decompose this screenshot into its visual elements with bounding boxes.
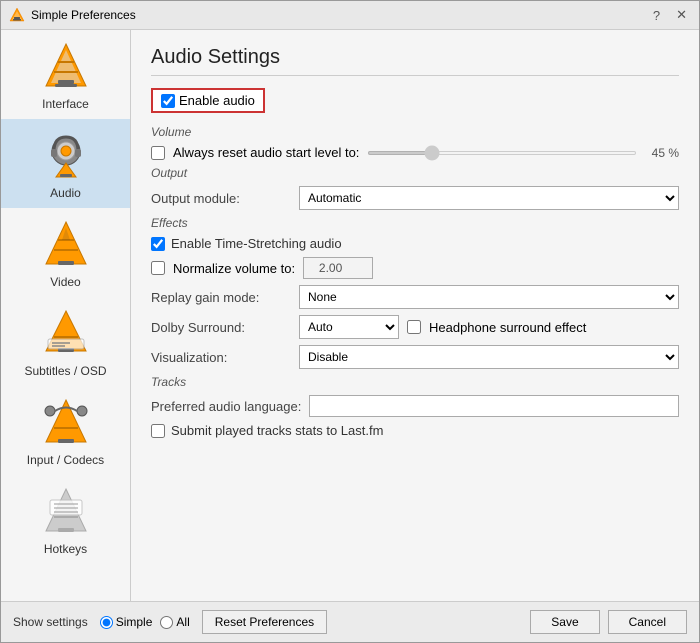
input-icon: [40, 396, 92, 451]
show-settings-radio-group: Simple All: [100, 615, 190, 629]
app-icon: [9, 7, 25, 23]
radio-all-item: All: [160, 615, 189, 629]
preferred-language-label: Preferred audio language:: [151, 399, 301, 414]
time-stretching-label[interactable]: Enable Time-Stretching audio: [171, 236, 342, 251]
sidebar-label-audio: Audio: [50, 186, 81, 200]
footer-right: Save Cancel: [530, 610, 687, 634]
enable-audio-checkbox[interactable]: [161, 94, 175, 108]
submit-stats-label[interactable]: Submit played tracks stats to Last.fm: [171, 423, 383, 438]
sidebar-label-interface: Interface: [42, 97, 89, 111]
always-reset-label[interactable]: Always reset audio start level to:: [173, 145, 359, 160]
normalize-input[interactable]: [303, 257, 373, 279]
radio-simple-item: Simple: [100, 615, 153, 629]
sidebar-label-hotkeys: Hotkeys: [44, 542, 87, 556]
normalize-label[interactable]: Normalize volume to:: [173, 261, 295, 276]
reset-button[interactable]: Reset Preferences: [202, 610, 327, 634]
enable-audio-container: Enable audio: [151, 88, 265, 113]
visualization-row: Visualization: Disable Spectrum Spectrom…: [151, 345, 679, 369]
dolby-label: Dolby Surround:: [151, 320, 291, 335]
title-bar-left: Simple Preferences: [9, 7, 136, 23]
output-module-row: Output module: Automatic DirectX audio o…: [151, 186, 679, 210]
volume-slider-container: 45 %: [367, 146, 679, 160]
footer-left: Show settings Simple All Reset Preferenc…: [13, 610, 327, 634]
window-body: Interface: [1, 30, 699, 601]
tracks-section-label: Tracks: [151, 375, 679, 389]
interface-icon: [40, 40, 92, 95]
video-icon: [40, 218, 92, 273]
replay-gain-select[interactable]: None Track Album: [299, 285, 679, 309]
hotkeys-icon: [40, 485, 92, 540]
sidebar-item-audio[interactable]: Audio: [1, 119, 130, 208]
title-bar-controls: ? ✕: [649, 7, 691, 23]
show-settings-label: Show settings: [13, 615, 88, 629]
normalize-row: Normalize volume to:: [151, 257, 679, 279]
effects-section-label: Effects: [151, 216, 679, 230]
radio-simple-label[interactable]: Simple: [116, 615, 153, 629]
sidebar-label-video: Video: [50, 275, 80, 289]
headphone-checkbox[interactable]: [407, 320, 421, 334]
sidebar: Interface: [1, 30, 131, 601]
sidebar-item-video[interactable]: Video: [1, 208, 130, 297]
output-module-label: Output module:: [151, 191, 291, 206]
volume-slider[interactable]: [367, 151, 637, 155]
submit-stats-row: Submit played tracks stats to Last.fm: [151, 423, 679, 438]
visualization-label: Visualization:: [151, 350, 291, 365]
save-button[interactable]: Save: [530, 610, 599, 634]
preferred-language-row: Preferred audio language:: [151, 395, 679, 417]
sidebar-label-input: Input / Codecs: [27, 453, 104, 467]
sidebar-item-interface[interactable]: Interface: [1, 30, 130, 119]
audio-icon: [40, 129, 92, 184]
volume-row: Always reset audio start level to: 45 %: [151, 145, 679, 160]
volume-value: 45 %: [643, 146, 679, 160]
sidebar-item-input[interactable]: Input / Codecs: [1, 386, 130, 475]
replay-gain-row: Replay gain mode: None Track Album: [151, 285, 679, 309]
sidebar-label-subtitles: Subtitles / OSD: [24, 364, 106, 378]
help-button[interactable]: ?: [649, 8, 664, 23]
output-section-label: Output: [151, 166, 679, 180]
enable-audio-label[interactable]: Enable audio: [179, 93, 255, 108]
visualization-select[interactable]: Disable Spectrum Spectrometer Scope Vu m…: [299, 345, 679, 369]
footer: Show settings Simple All Reset Preferenc…: [1, 601, 699, 642]
radio-all[interactable]: [160, 616, 173, 629]
sidebar-item-hotkeys[interactable]: Hotkeys: [1, 475, 130, 564]
radio-all-label[interactable]: All: [176, 615, 189, 629]
normalize-checkbox[interactable]: [151, 261, 165, 275]
close-button[interactable]: ✕: [672, 7, 691, 23]
title-bar: Simple Preferences ? ✕: [1, 1, 699, 30]
always-reset-checkbox[interactable]: [151, 146, 165, 160]
window-title: Simple Preferences: [31, 8, 136, 22]
time-stretching-row: Enable Time-Stretching audio: [151, 236, 679, 251]
volume-section-label: Volume: [151, 125, 679, 139]
page-title: Audio Settings: [151, 46, 679, 76]
dolby-row: Dolby Surround: Auto On Off Headphone su…: [151, 315, 679, 339]
output-module-select[interactable]: Automatic DirectX audio output WaveOut a…: [299, 186, 679, 210]
preferred-language-input[interactable]: [309, 395, 679, 417]
cancel-button[interactable]: Cancel: [608, 610, 687, 634]
subtitles-icon: [40, 307, 92, 362]
replay-gain-label: Replay gain mode:: [151, 290, 291, 305]
headphone-label[interactable]: Headphone surround effect: [429, 320, 586, 335]
radio-simple[interactable]: [100, 616, 113, 629]
main-window: Simple Preferences ? ✕: [0, 0, 700, 643]
sidebar-item-subtitles[interactable]: Subtitles / OSD: [1, 297, 130, 386]
main-content: Audio Settings Enable audio Volume Alway…: [131, 30, 699, 601]
submit-stats-checkbox[interactable]: [151, 424, 165, 438]
dolby-select[interactable]: Auto On Off: [299, 315, 399, 339]
time-stretching-checkbox[interactable]: [151, 237, 165, 251]
